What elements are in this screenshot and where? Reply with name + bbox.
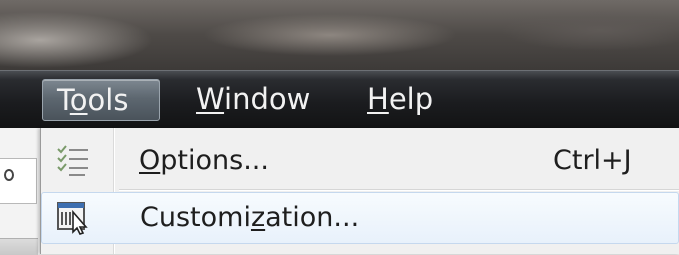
options-label-accel: O [139, 145, 161, 176]
menu-tools[interactable]: Tools [42, 79, 160, 121]
underlying-tab[interactable] [0, 238, 38, 255]
tools-dropdown-menu: Options... Ctrl+J Customization... [40, 128, 679, 254]
customization-label-pre: Customi [140, 202, 251, 233]
underlying-input-field[interactable] [0, 158, 37, 204]
menu-help-label-post: elp [388, 82, 434, 116]
menu-item-options-label: Options... [139, 136, 269, 186]
menu-tools-label-accel: o [69, 83, 88, 117]
menu-window[interactable]: Window [184, 79, 322, 119]
customization-label-post: ation... [265, 202, 360, 233]
menu-separator [119, 189, 679, 191]
options-checklist-icon [55, 143, 91, 179]
menu-help[interactable]: Help [355, 79, 445, 119]
window-title-bar [0, 0, 679, 70]
menu-bar: Tools Window Help [0, 70, 679, 129]
menu-window-label-post: indow [224, 82, 311, 116]
options-label-post: ptions... [160, 145, 269, 176]
menu-window-label-accel: W [196, 82, 225, 116]
underlying-window-pane [0, 128, 41, 255]
customization-label-accel: z [250, 202, 266, 233]
menu-item-options-shortcut: Ctrl+J [553, 145, 632, 176]
menu-item-customization[interactable]: Customization... [41, 192, 679, 244]
customization-icon [56, 200, 92, 236]
menu-help-label-accel: H [367, 82, 389, 116]
menu-item-customization-label: Customization... [140, 193, 359, 243]
menu-tools-label-pre: T [57, 83, 70, 117]
menu-tools-label-post: ols [87, 83, 129, 117]
menu-item-options[interactable]: Options... Ctrl+J [41, 136, 679, 186]
underlying-field-glyph [4, 169, 14, 181]
